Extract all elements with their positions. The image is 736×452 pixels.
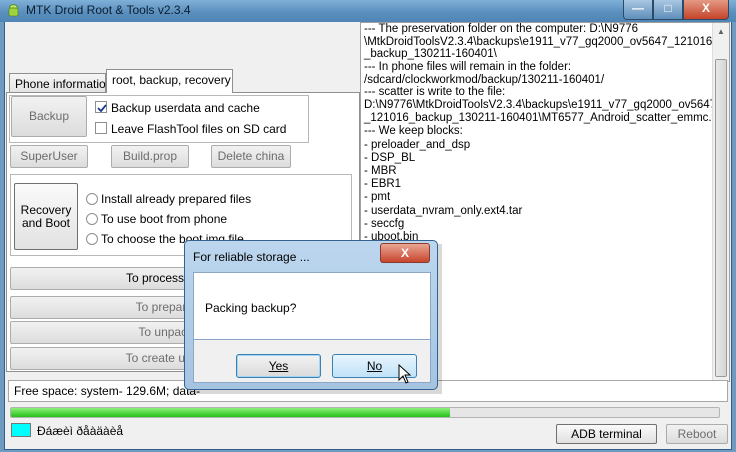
android-icon [8,4,19,17]
radio-install-prepared-label: Install already prepared files [101,192,252,206]
yes-button-label: Yes [268,359,289,373]
mouse-cursor-icon [398,364,412,384]
dialog-close-button[interactable]: X [380,243,430,263]
delete-china-button[interactable]: Delete china [211,145,291,168]
log-line: D:\N9776\MtkDroidToolsV2.3.4\backups\e19… [364,99,717,111]
log-line: --- In phone files will remain in the fo… [364,61,572,73]
log-scrollbar[interactable]: ▲ [712,23,729,381]
scroll-thumb[interactable] [715,59,727,377]
yes-button[interactable]: Yes [236,354,321,378]
maximize-button[interactable]: □ [653,0,683,20]
backup-userdata-checkbox[interactable] [95,101,107,113]
indicator-text: Đáæèì ðåàäàèå [37,424,124,438]
progress-bar [10,407,720,418]
log-line: --- scatter is write to the file: [364,86,506,98]
leave-flashtool-checkbox[interactable] [95,122,107,134]
window-title: MTK Droid Root & Tools v2.3.4 [26,3,191,17]
checkmark-icon [97,104,107,113]
leave-flashtool-label: Leave FlashTool files on SD card [111,122,287,136]
progress-fill [11,408,450,417]
log-line: _121016_backup_130211-160401\MT6577_Andr… [364,112,724,124]
log-line: - MBR [364,165,397,177]
adb-terminal-button[interactable]: ADB terminal [556,424,657,444]
reboot-button[interactable]: Reboot [666,424,728,444]
scroll-up-icon[interactable]: ▲ [717,27,725,36]
no-button-label: No [366,359,383,373]
dialog-title: For reliable storage ... [193,250,310,264]
radio-boot-img-file[interactable] [86,233,98,245]
close-button[interactable]: X [683,0,729,20]
superuser-button[interactable]: SuperUser [10,145,88,168]
radio-boot-from-phone-label: To use boot from phone [101,212,228,226]
backup-button[interactable]: Backup [11,96,87,137]
log-line: - userdata_nvram_only.ext4.tar [364,205,523,217]
log-line: --- The preservation folder on the compu… [364,23,639,35]
buildprop-button[interactable]: Build.prop [111,145,189,168]
free-space-text: Free space: system- 129.6M; data- [14,384,201,398]
radio-boot-from-phone[interactable] [86,213,98,225]
log-line: - EBR1 [364,178,402,190]
radio-install-prepared[interactable] [86,193,98,205]
tab-phone-information[interactable]: Phone information [9,73,112,93]
backup-userdata-label: Backup userdata and cache [111,101,260,115]
log-line: - DSP_BL [364,152,416,164]
recovery-and-boot-button[interactable]: Recovery and Boot [14,183,78,250]
connection-indicator [11,423,31,437]
dialog-message: Packing backup? [205,301,297,315]
log-line: - preloader_and_dsp [364,139,471,151]
log-line: - pmt [364,191,391,203]
log-line: _backup_130211-160401\ [364,48,497,60]
log-line: --- We keep blocks: [364,125,463,137]
log-line: - seccfg [364,218,405,230]
tab-root-backup-recovery[interactable]: root, backup, recovery [106,69,233,93]
minimize-button[interactable]: — [623,0,653,20]
